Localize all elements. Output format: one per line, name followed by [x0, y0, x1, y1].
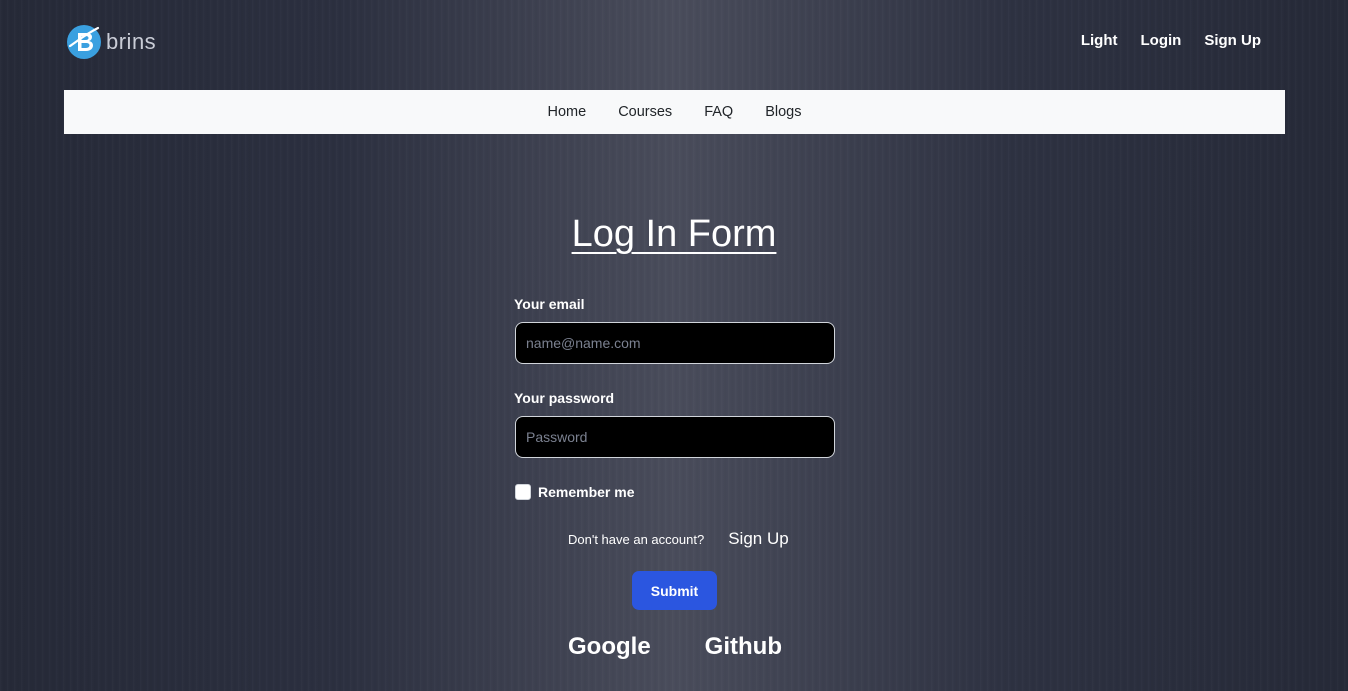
remember-me-label: Remember me	[538, 484, 635, 500]
github-login-link[interactable]: Github	[705, 633, 782, 661]
signup-link[interactable]: Sign Up	[1204, 32, 1261, 49]
social-login: Google Github	[568, 633, 782, 661]
page-title: Log In Form	[571, 213, 777, 255]
nav-item-courses[interactable]: Courses	[618, 104, 672, 120]
nav-item-faq[interactable]: FAQ	[704, 104, 733, 120]
submit-button[interactable]: Submit	[632, 571, 717, 610]
nav-item-blogs[interactable]: Blogs	[765, 104, 801, 120]
password-label: Your password	[514, 390, 615, 406]
top-bar: brins Light Login Sign Up	[0, 0, 1348, 88]
remember-me-checkbox[interactable]	[515, 484, 531, 500]
top-links: Light Login Sign Up	[1081, 32, 1261, 49]
login-link[interactable]: Login	[1141, 32, 1182, 49]
main-nav: Home Courses FAQ Blogs	[64, 90, 1285, 134]
brand-name: brins	[106, 29, 157, 54]
brand-b-logo-icon	[67, 25, 101, 59]
brand-logo[interactable]: brins	[66, 24, 156, 60]
nav-item-home[interactable]: Home	[548, 104, 587, 120]
password-field[interactable]	[515, 416, 835, 458]
form-signup-link[interactable]: Sign Up	[728, 529, 788, 549]
email-field[interactable]	[515, 322, 835, 364]
theme-toggle-link[interactable]: Light	[1081, 32, 1118, 49]
signup-prompt: Don't have an account? Sign Up	[568, 529, 789, 549]
no-account-text: Don't have an account?	[568, 531, 705, 547]
remember-me-row: Remember me	[515, 484, 635, 500]
email-label: Your email	[514, 296, 585, 312]
google-login-link[interactable]: Google	[568, 633, 651, 661]
